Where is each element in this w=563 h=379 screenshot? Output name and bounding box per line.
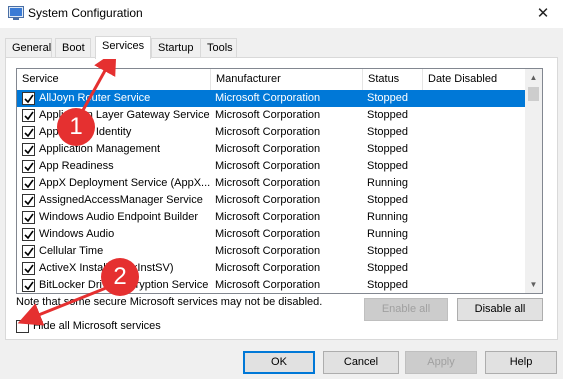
status-cell: Stopped bbox=[367, 143, 408, 155]
status-cell: Running bbox=[367, 211, 408, 223]
service-checkbox[interactable] bbox=[22, 92, 35, 105]
service-checkbox[interactable] bbox=[22, 211, 35, 224]
service-name-cell: AssignedAccessManager Service bbox=[39, 194, 203, 206]
tab-tools[interactable]: Tools bbox=[200, 38, 237, 58]
manufacturer-cell: Microsoft Corporation bbox=[215, 262, 321, 274]
service-checkbox[interactable] bbox=[22, 228, 35, 241]
annotation-badge-1: 1 bbox=[57, 108, 95, 146]
table-row[interactable]: ActiveX Installer (AxInstSV) Microsoft Co… bbox=[17, 260, 526, 277]
system-configuration-icon bbox=[8, 6, 24, 20]
date-disabled-cell bbox=[427, 176, 522, 191]
title-bar: System Configuration ✕ bbox=[0, 0, 563, 28]
ok-button[interactable]: OK bbox=[243, 351, 315, 374]
column-header-manufacturer[interactable]: Manufacturer bbox=[211, 69, 363, 90]
service-name-cell: AppX Deployment Service (AppX... bbox=[39, 177, 211, 189]
date-disabled-cell bbox=[427, 261, 522, 276]
services-list[interactable]: Service Manufacturer Status Date Disable… bbox=[16, 68, 543, 294]
apply-button[interactable]: Apply bbox=[405, 351, 477, 374]
table-row[interactable]: Windows Audio Endpoint Builder Microsoft … bbox=[17, 209, 526, 226]
service-name-cell: AllJoyn Router Service bbox=[39, 92, 151, 104]
scroll-thumb[interactable] bbox=[528, 87, 539, 101]
status-cell: Stopped bbox=[367, 245, 408, 257]
enable-all-button[interactable]: Enable all bbox=[364, 298, 448, 321]
disable-all-button[interactable]: Disable all bbox=[457, 298, 543, 321]
close-button[interactable]: ✕ bbox=[523, 0, 563, 28]
manufacturer-cell: Microsoft Corporation bbox=[215, 109, 321, 121]
manufacturer-cell: Microsoft Corporation bbox=[215, 177, 321, 189]
table-row[interactable]: AssignedAccessManager Service Microsoft C… bbox=[17, 192, 526, 209]
status-cell: Stopped bbox=[367, 160, 408, 172]
help-button[interactable]: Help bbox=[485, 351, 557, 374]
service-checkbox[interactable] bbox=[22, 177, 35, 190]
date-disabled-cell bbox=[427, 278, 522, 293]
note-text: Note that some secure Microsoft services… bbox=[16, 296, 323, 308]
date-disabled-cell bbox=[427, 91, 522, 106]
list-header: Service Manufacturer Status Date Disable… bbox=[17, 69, 526, 90]
date-disabled-cell bbox=[427, 159, 522, 174]
tab-general[interactable]: General bbox=[5, 38, 52, 58]
hide-microsoft-services-checkbox[interactable] bbox=[16, 320, 29, 333]
status-cell: Stopped bbox=[367, 194, 408, 206]
status-cell: Stopped bbox=[367, 262, 408, 274]
column-header-service[interactable]: Service bbox=[17, 69, 211, 90]
service-checkbox[interactable] bbox=[22, 194, 35, 207]
manufacturer-cell: Microsoft Corporation bbox=[215, 126, 321, 138]
tab-startup[interactable]: Startup bbox=[151, 38, 201, 58]
service-checkbox[interactable] bbox=[22, 245, 35, 258]
manufacturer-cell: Microsoft Corporation bbox=[215, 160, 321, 172]
date-disabled-cell bbox=[427, 125, 522, 140]
manufacturer-cell: Microsoft Corporation bbox=[215, 92, 321, 104]
status-cell: Stopped bbox=[367, 279, 408, 291]
scroll-up-arrow-icon[interactable]: ▲ bbox=[525, 69, 542, 86]
table-row[interactable]: Cellular Time Microsoft Corporation Stoppe… bbox=[17, 243, 526, 260]
annotation-badge-2: 2 bbox=[101, 258, 139, 296]
manufacturer-cell: Microsoft Corporation bbox=[215, 228, 321, 240]
manufacturer-cell: Microsoft Corporation bbox=[215, 245, 321, 257]
manufacturer-cell: Microsoft Corporation bbox=[215, 143, 321, 155]
date-disabled-cell bbox=[427, 193, 522, 208]
service-checkbox[interactable] bbox=[22, 262, 35, 275]
table-row[interactable]: App Readiness Microsoft Corporation Stoppe… bbox=[17, 158, 526, 175]
status-cell: Running bbox=[367, 228, 408, 240]
manufacturer-cell: Microsoft Corporation bbox=[215, 194, 321, 206]
table-row[interactable]: Windows Audio Microsoft Corporation Runnin… bbox=[17, 226, 526, 243]
table-row[interactable]: Application Management Microsoft Corporat… bbox=[17, 141, 526, 158]
tab-boot[interactable]: Boot bbox=[55, 38, 91, 58]
table-row[interactable]: AppX Deployment Service (AppX... Microsof… bbox=[17, 175, 526, 192]
scroll-down-arrow-icon[interactable]: ▼ bbox=[525, 276, 542, 293]
service-name-cell: Application Management bbox=[39, 143, 161, 155]
service-checkbox[interactable] bbox=[22, 143, 35, 156]
service-name-cell: Windows Audio Endpoint Builder bbox=[39, 211, 198, 223]
status-cell: Stopped bbox=[367, 92, 408, 104]
vertical-scrollbar[interactable]: ▲ ▼ bbox=[525, 69, 542, 293]
date-disabled-cell bbox=[427, 108, 522, 123]
service-name-cell: App Readiness bbox=[39, 160, 114, 172]
date-disabled-cell bbox=[427, 210, 522, 225]
date-disabled-cell bbox=[427, 244, 522, 259]
service-name-cell: Windows Audio bbox=[39, 228, 115, 240]
table-row[interactable]: BitLocker Drive Encryption Service Micros… bbox=[17, 277, 526, 293]
service-checkbox[interactable] bbox=[22, 126, 35, 139]
service-checkbox[interactable] bbox=[22, 109, 35, 122]
manufacturer-cell: Microsoft Corporation bbox=[215, 279, 321, 291]
table-row[interactable]: AllJoyn Router Service Microsoft Corporat… bbox=[17, 90, 526, 107]
manufacturer-cell: Microsoft Corporation bbox=[215, 211, 321, 223]
window-title: System Configuration bbox=[28, 6, 143, 20]
status-cell: Stopped bbox=[367, 109, 408, 121]
service-checkbox[interactable] bbox=[22, 160, 35, 173]
column-header-status[interactable]: Status bbox=[363, 69, 423, 90]
status-cell: Stopped bbox=[367, 126, 408, 138]
date-disabled-cell bbox=[427, 142, 522, 157]
service-checkbox[interactable] bbox=[22, 279, 35, 292]
service-name-cell: Cellular Time bbox=[39, 245, 104, 257]
hide-microsoft-services-label[interactable]: Hide all Microsoft services bbox=[33, 320, 161, 332]
tab-services[interactable]: Services bbox=[95, 36, 151, 59]
column-header-date-disabled[interactable]: Date Disabled bbox=[423, 69, 526, 90]
date-disabled-cell bbox=[427, 227, 522, 242]
cancel-button[interactable]: Cancel bbox=[323, 351, 399, 374]
status-cell: Running bbox=[367, 177, 408, 189]
